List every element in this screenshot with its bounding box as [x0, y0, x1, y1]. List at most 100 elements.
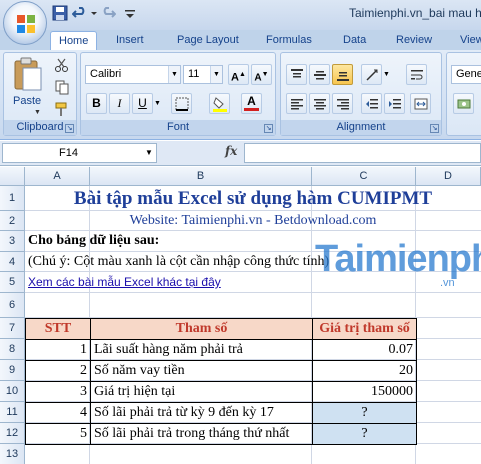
sheet-note[interactable]: (Chú ý: Cột màu xanh là cột cần nhập côn…: [28, 254, 329, 270]
tab-view[interactable]: View: [460, 31, 481, 50]
underline-dropdown-icon[interactable]: ▼: [154, 100, 161, 107]
table-header-param[interactable]: Tham số: [90, 318, 313, 340]
borders-icon[interactable]: [171, 93, 192, 114]
row-header-12[interactable]: 12: [0, 423, 25, 444]
row-header-6[interactable]: 6: [0, 293, 25, 318]
redo-icon[interactable]: [100, 5, 117, 21]
undo-icon[interactable]: [71, 5, 88, 21]
select-all-corner[interactable]: [0, 167, 25, 186]
row-header-8[interactable]: 8: [0, 339, 25, 360]
font-color-icon[interactable]: A: [241, 93, 262, 114]
align-bottom-icon[interactable]: [332, 64, 353, 85]
table-cell-value[interactable]: 20: [312, 360, 417, 382]
name-box-dropdown-icon[interactable]: ▼: [145, 148, 153, 157]
font-size-dropdown-icon[interactable]: ▼: [210, 66, 222, 83]
save-icon[interactable]: [52, 5, 68, 21]
orientation-icon[interactable]: [361, 64, 382, 85]
name-box[interactable]: F14: [2, 143, 157, 163]
row-header-10[interactable]: 10: [0, 381, 25, 402]
font-name-dropdown-icon[interactable]: ▼: [168, 66, 180, 83]
clipboard-launcher-icon[interactable]: ↘: [65, 124, 74, 133]
table-cell-param[interactable]: Số lãi phải trả từ kỳ 9 đến kỳ 17: [90, 402, 313, 424]
font-launcher-icon[interactable]: ↘: [264, 124, 273, 133]
sheet-prompt[interactable]: Cho bảng dữ liệu sau:: [28, 233, 159, 249]
align-center-icon[interactable]: [309, 93, 330, 114]
fill-color-icon[interactable]: [209, 93, 230, 114]
align-top-icon[interactable]: [286, 64, 307, 85]
table-cell-value[interactable]: ?: [312, 402, 417, 424]
table-cell-value[interactable]: ?: [312, 423, 417, 445]
wrap-text-icon[interactable]: [406, 64, 427, 85]
table-cell-param[interactable]: Giá trị hiện tại: [90, 381, 313, 403]
decrease-indent-icon[interactable]: [361, 93, 382, 114]
align-right-icon[interactable]: [332, 93, 353, 114]
cut-icon[interactable]: [54, 57, 70, 73]
paste-dropdown-icon[interactable]: ▼: [34, 109, 41, 116]
column-header-c[interactable]: C: [312, 167, 416, 186]
table-header-stt[interactable]: STT: [25, 318, 91, 340]
insert-function-icon[interactable]: fx: [225, 144, 237, 158]
format-painter-icon[interactable]: [54, 101, 70, 117]
shrink-font-icon[interactable]: A▼: [251, 64, 272, 85]
sheet-title[interactable]: Bài tập mẫu Excel sử dụng hàm CUMIPMT: [26, 188, 480, 210]
tab-review[interactable]: Review: [396, 31, 432, 50]
tab-page-layout[interactable]: Page Layout: [177, 31, 239, 50]
sheet-link[interactable]: Xem các bài mẫu Excel khác tại đây: [28, 275, 221, 289]
table-cell-param[interactable]: Số năm vay tiền: [90, 360, 313, 382]
table-cell-stt[interactable]: 2: [25, 360, 91, 382]
row-header-7[interactable]: 7: [0, 318, 25, 339]
formula-input[interactable]: [244, 143, 481, 163]
row-header-1[interactable]: 1: [0, 186, 25, 211]
font-name-combo[interactable]: Calibri ▼: [85, 65, 181, 84]
alignment-launcher-icon[interactable]: ↘: [430, 124, 439, 133]
increase-indent-icon[interactable]: [384, 93, 405, 114]
table-cell-stt[interactable]: 5: [25, 423, 91, 445]
undo-dropdown-icon[interactable]: [90, 5, 98, 21]
number-format-combo[interactable]: Gene: [451, 65, 481, 84]
row-header-5[interactable]: 5: [0, 272, 25, 293]
table-cell-value[interactable]: 0.07: [312, 339, 417, 361]
row-header-11[interactable]: 11: [0, 402, 25, 423]
bold-button[interactable]: B: [86, 93, 107, 114]
customize-toolbar-icon[interactable]: [122, 5, 138, 21]
merge-center-icon[interactable]: [410, 93, 431, 114]
table-cell-param[interactable]: Số lãi phải trả trong tháng thứ nhất: [90, 423, 313, 445]
underline-button[interactable]: U: [132, 93, 153, 114]
tab-insert[interactable]: Insert: [116, 31, 144, 50]
table-cell-stt[interactable]: 1: [25, 339, 91, 361]
office-logo-icon: [16, 14, 36, 34]
tab-home[interactable]: Home: [50, 31, 98, 50]
name-box-value: F14: [59, 147, 78, 159]
column-header-b[interactable]: B: [90, 167, 312, 186]
tab-data[interactable]: Data: [343, 31, 366, 50]
align-left-icon[interactable]: [286, 93, 307, 114]
paste-icon[interactable]: [9, 56, 45, 92]
font-size-combo[interactable]: 11 ▼: [183, 65, 223, 84]
grow-font-icon[interactable]: A▲: [228, 64, 249, 85]
table-header-value[interactable]: Giá trị tham số: [312, 318, 417, 340]
row-line: [25, 230, 481, 231]
copy-icon[interactable]: [54, 79, 70, 95]
column-header-a[interactable]: A: [25, 167, 90, 186]
table-cell-value[interactable]: 150000: [312, 381, 417, 403]
paste-button[interactable]: Paste: [13, 95, 41, 107]
row-header-2[interactable]: 2: [0, 211, 25, 231]
column-header-d[interactable]: D: [416, 167, 481, 186]
number-format-value: Gene: [456, 68, 481, 80]
row-header-3[interactable]: 3: [0, 231, 25, 252]
table-cell-stt[interactable]: 4: [25, 402, 91, 424]
font-group: Calibri ▼ 11 ▼ A▲ A▼ B I U ▼ A Font ↘: [80, 52, 276, 136]
row-header-4[interactable]: 4: [0, 252, 25, 272]
align-middle-icon[interactable]: [309, 64, 330, 85]
sheet-website[interactable]: Website: Taimienphi.vn - Betdownload.com: [26, 213, 480, 229]
italic-button[interactable]: I: [109, 93, 130, 114]
row-header-9[interactable]: 9: [0, 360, 25, 381]
row-line: [25, 210, 481, 211]
row-header-13[interactable]: 13: [0, 444, 25, 464]
table-cell-param[interactable]: Lãi suất hàng năm phải trả: [90, 339, 313, 361]
table-cell-stt[interactable]: 3: [25, 381, 91, 403]
currency-icon[interactable]: [453, 93, 474, 114]
tab-formulas[interactable]: Formulas: [266, 31, 312, 50]
office-button[interactable]: [3, 1, 47, 45]
orientation-dropdown-icon[interactable]: ▼: [383, 71, 390, 78]
